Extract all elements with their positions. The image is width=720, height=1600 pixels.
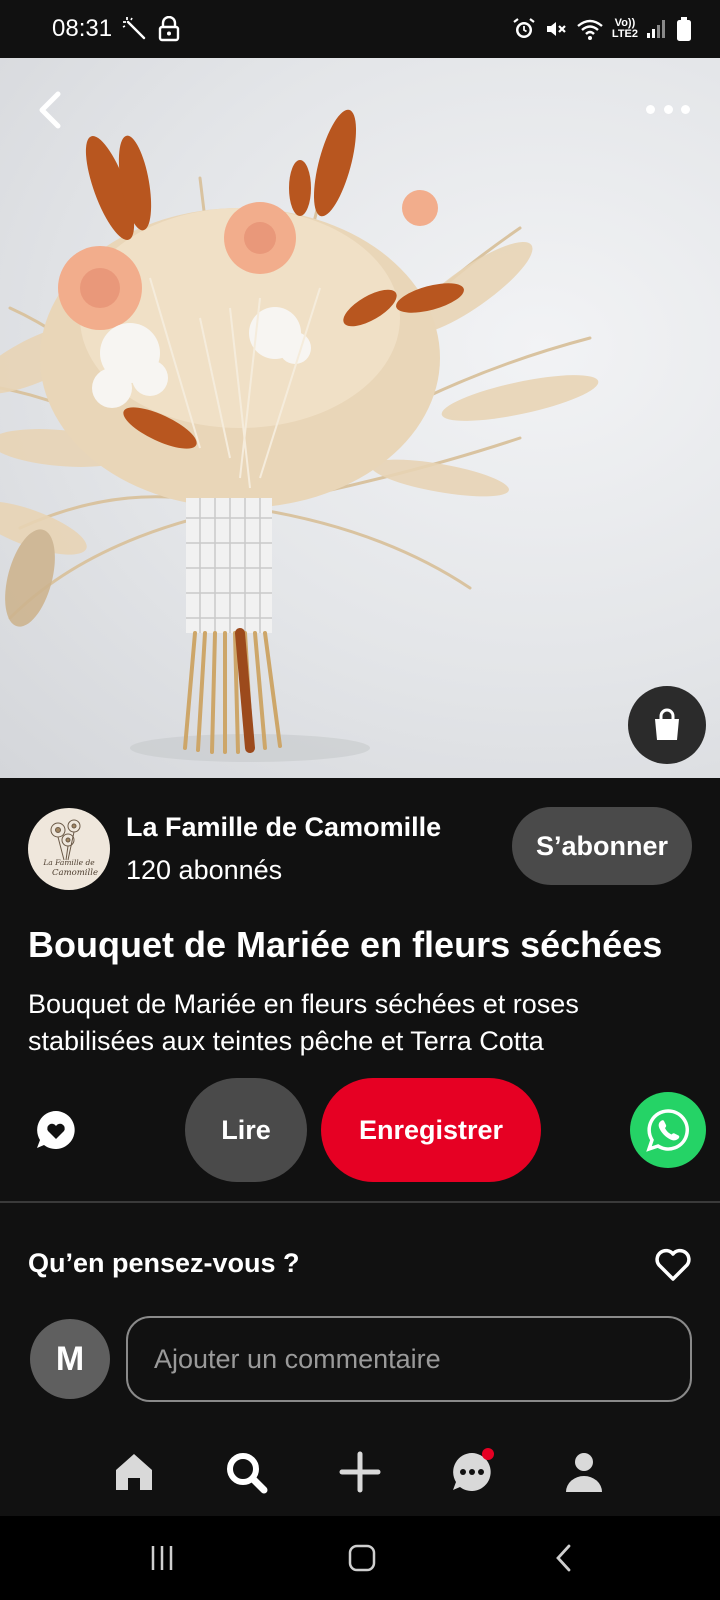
home-icon xyxy=(116,1454,152,1490)
comments-title: Qu’en pensez-vous ? xyxy=(28,1248,300,1278)
pin-description: Bouquet de Mariée en fleurs séchées et r… xyxy=(28,989,579,1056)
system-nav-bar xyxy=(0,1516,720,1600)
alarm-icon xyxy=(512,17,536,41)
status-left: 08:31 xyxy=(52,15,180,43)
camomile-logo: La Famille de Camomille xyxy=(42,819,98,878)
creator-row: La Famille de Camomille La Famille de Ca… xyxy=(28,800,692,890)
whatsapp-button[interactable] xyxy=(630,1092,706,1168)
back-system-button[interactable] xyxy=(545,1538,585,1578)
pin-title: Bouquet de Mariée en fleurs séchées xyxy=(28,924,663,965)
nav-profile[interactable] xyxy=(556,1444,612,1500)
read-button[interactable]: Lire xyxy=(185,1078,307,1182)
wifi-icon xyxy=(576,17,604,41)
more-options-button[interactable] xyxy=(646,94,690,124)
back-chevron-icon xyxy=(556,1544,571,1572)
whatsapp-icon xyxy=(646,1109,689,1152)
logo-text-1: La Famille de xyxy=(42,858,95,867)
user-avatar[interactable]: M xyxy=(30,1319,110,1399)
pin-image[interactable] xyxy=(0,58,720,778)
save-button[interactable]: Enregistrer xyxy=(321,1078,541,1182)
lock-icon xyxy=(158,16,180,42)
action-row: Lire Enregistrer xyxy=(0,1078,720,1184)
recent-apps-button[interactable] xyxy=(142,1538,182,1578)
nav-create[interactable] xyxy=(332,1444,388,1500)
signal-icon xyxy=(646,18,668,40)
logo-text-2: Camomille xyxy=(52,868,98,878)
profile-icon xyxy=(566,1453,602,1492)
home-square-icon xyxy=(348,1544,376,1572)
battery-icon xyxy=(676,16,692,42)
nav-search[interactable] xyxy=(218,1444,274,1500)
status-right: Vo)) LTE2 xyxy=(512,16,692,42)
network-line-2: LTE2 xyxy=(611,28,638,40)
creator-name[interactable]: La Famille de Camomille xyxy=(126,812,441,843)
share-bubble-icon xyxy=(37,1111,75,1149)
status-bar: 08:31 Vo)) LTE2 xyxy=(0,0,720,58)
network-type: Vo)) LTE2 xyxy=(612,18,638,40)
shop-button[interactable] xyxy=(628,686,706,764)
search-icon xyxy=(227,1453,268,1494)
section-divider xyxy=(0,1201,720,1203)
bouquet-illustration xyxy=(0,109,599,762)
back-arrow-icon xyxy=(39,91,61,129)
recent-apps-icon xyxy=(151,1546,173,1570)
bottom-nav xyxy=(0,1430,720,1516)
more-dots-icon xyxy=(681,104,690,114)
status-time: 08:31 xyxy=(52,15,113,42)
creator-avatar[interactable]: La Famille de Camomille xyxy=(28,808,110,890)
add-icon xyxy=(339,1451,381,1493)
notification-dot xyxy=(482,1448,494,1460)
home-system-button[interactable] xyxy=(342,1538,382,1578)
more-dots-icon xyxy=(646,104,655,114)
nav-home[interactable] xyxy=(106,1444,162,1500)
more-dots-icon xyxy=(663,104,673,114)
magic-wand-icon xyxy=(122,16,148,42)
like-button[interactable] xyxy=(654,1246,692,1282)
mute-icon xyxy=(544,17,568,41)
shopping-bag-icon xyxy=(655,708,679,740)
heart-icon xyxy=(655,1248,691,1281)
creator-followers: 120 abonnés xyxy=(126,855,283,885)
nav-messages[interactable] xyxy=(444,1444,500,1500)
subscribe-button[interactable]: S’abonner xyxy=(512,807,692,885)
back-button[interactable] xyxy=(34,88,70,132)
share-button[interactable] xyxy=(34,1108,78,1152)
comment-input[interactable] xyxy=(126,1316,692,1402)
